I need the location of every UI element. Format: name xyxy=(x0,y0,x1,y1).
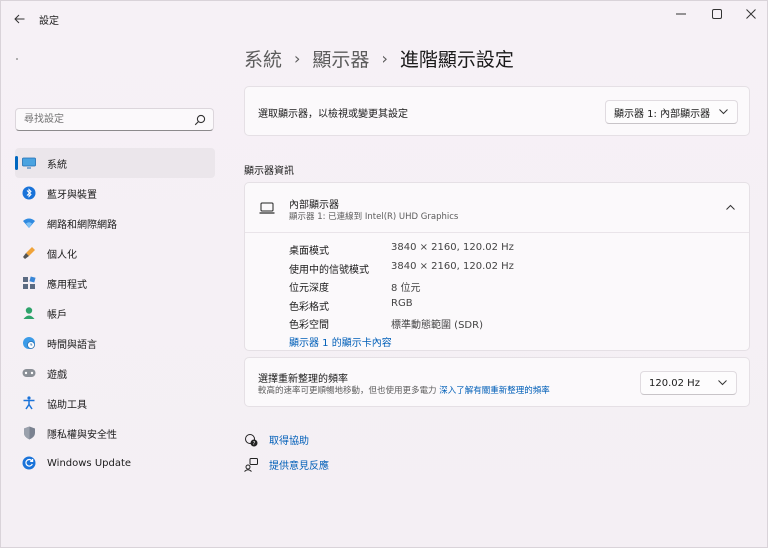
settings-window: 設定 系統 藍牙與裝置 xyxy=(0,0,768,548)
person-icon xyxy=(22,306,36,320)
sidebar-nav: 系統 藍牙與裝置 網路和網際網路 個人化 應用程式 帳戶 時間與語言 遊戲 協助… xyxy=(15,148,215,478)
breadcrumb-separator: › xyxy=(381,48,388,68)
refresh-rate-learn-more-link[interactable]: 深入了解有關重新整理的頻率 xyxy=(439,386,550,396)
sidebar-item-label: 網路和網際網路 xyxy=(47,219,117,231)
minimize-button[interactable] xyxy=(661,3,701,25)
search-input[interactable] xyxy=(16,109,186,130)
sidebar-item-label: 協助工具 xyxy=(47,399,87,411)
sidebar-item-label: 時間與語言 xyxy=(47,339,97,351)
gamepad-icon xyxy=(22,366,36,380)
info-value: 8 位元 xyxy=(391,283,421,294)
search-box xyxy=(15,108,214,131)
info-key: 使用中的信號模式 xyxy=(289,265,369,276)
globe-clock-icon xyxy=(22,336,36,350)
display-select-dropdown[interactable]: 顯示器 1: 內部顯示器 xyxy=(605,100,738,124)
info-value: 標準動態範圍 (SDR) xyxy=(391,320,483,331)
sidebar-item-label: 帳戶 xyxy=(47,309,67,321)
refresh-rate-description: 較高的速率可更順暢地移動，但也使用更多電力 深入了解有關重新整理的頻率 xyxy=(258,384,550,396)
sidebar-item-personalization[interactable]: 個人化 xyxy=(15,238,215,268)
back-button[interactable] xyxy=(9,9,29,29)
select-display-card: 選取顯示器，以檢視或變更其設定 顯示器 1: 內部顯示器 xyxy=(244,86,750,136)
breadcrumb-separator: › xyxy=(294,48,301,68)
search-icon[interactable] xyxy=(194,114,206,126)
info-value: RGB xyxy=(391,298,413,309)
get-help-row[interactable]: ? 取得協助 xyxy=(244,432,309,447)
sidebar-item-accounts[interactable]: 帳戶 xyxy=(15,298,215,328)
select-display-label: 選取顯示器，以檢視或變更其設定 xyxy=(258,109,408,120)
sidebar-item-gaming[interactable]: 遊戲 xyxy=(15,358,215,388)
get-help-link[interactable]: 取得協助 xyxy=(269,432,309,447)
sidebar-item-apps[interactable]: 應用程式 xyxy=(15,268,215,298)
display-icon xyxy=(22,156,36,170)
feedback-row[interactable]: 提供意見反應 xyxy=(244,457,329,472)
sidebar-item-system[interactable]: 系統 xyxy=(15,148,215,178)
brush-icon xyxy=(22,246,36,260)
display-adapter-properties-link[interactable]: 顯示器 1 的顯示卡內容 xyxy=(289,334,392,349)
breadcrumb: 系統 › 顯示器 › 進階顯示設定 xyxy=(244,44,514,72)
display-select-value: 顯示器 1: 內部顯示器 xyxy=(614,108,711,120)
sidebar-item-label: Windows Update xyxy=(47,457,132,469)
maximize-icon xyxy=(712,9,722,19)
refresh-rate-title: 選擇重新整理的頻率 xyxy=(258,374,348,385)
info-key: 色彩空間 xyxy=(289,320,329,331)
feedback-link[interactable]: 提供意見反應 xyxy=(269,457,329,472)
page-title: 進階顯示設定 xyxy=(399,48,514,71)
display-info-header[interactable]: 內部顯示器 顯示器 1: 已連線到 Intel(R) UHD Graphics xyxy=(245,183,749,233)
display-name: 內部顯示器 xyxy=(289,200,339,211)
app-title: 設定 xyxy=(39,16,59,27)
title-bar: 設定 xyxy=(1,1,768,35)
refresh-rate-description-text: 較高的速率可更順暢地移動，但也使用更多電力 xyxy=(258,386,437,396)
help-chat-icon: ? xyxy=(244,433,258,447)
chevron-down-icon xyxy=(719,109,728,115)
sidebar-item-bluetooth[interactable]: 藍牙與裝置 xyxy=(15,178,215,208)
feedback-icon xyxy=(244,457,258,472)
sidebar-item-privacy-security[interactable]: 隱私權與安全性 xyxy=(15,418,215,448)
wifi-icon xyxy=(22,216,36,230)
refresh-rate-value: 120.02 Hz xyxy=(649,377,700,389)
sidebar-item-label: 個人化 xyxy=(47,249,77,261)
info-value: 3840 × 2160, 120.02 Hz xyxy=(391,261,514,272)
account-avatar-placeholder xyxy=(16,58,18,60)
shield-icon xyxy=(22,426,36,440)
sidebar-item-label: 系統 xyxy=(47,159,67,171)
display-subtitle: 顯示器 1: 已連線到 Intel(R) UHD Graphics xyxy=(289,212,459,222)
active-indicator xyxy=(15,156,18,170)
refresh-rate-card: 選擇重新整理的頻率 較高的速率可更順暢地移動，但也使用更多電力 深入了解有關重新… xyxy=(244,357,750,407)
chevron-up-icon[interactable] xyxy=(726,204,735,210)
refresh-rate-dropdown[interactable]: 120.02 Hz xyxy=(640,371,737,395)
sidebar-item-label: 隱私權與安全性 xyxy=(47,429,117,441)
laptop-icon xyxy=(259,202,275,214)
info-key: 色彩格式 xyxy=(289,302,329,313)
apps-icon xyxy=(22,276,36,290)
breadcrumb-system[interactable]: 系統 xyxy=(244,45,282,72)
breadcrumb-display[interactable]: 顯示器 xyxy=(312,45,369,72)
svg-text:?: ? xyxy=(253,441,256,447)
sidebar-item-windows-update[interactable]: Windows Update xyxy=(15,448,215,478)
display-info-section-title: 顯示器資訊 xyxy=(244,166,294,177)
info-key: 位元深度 xyxy=(289,283,329,294)
close-button[interactable] xyxy=(731,3,768,25)
sidebar-item-time-language[interactable]: 時間與語言 xyxy=(15,328,215,358)
sidebar-item-network[interactable]: 網路和網際網路 xyxy=(15,208,215,238)
accessibility-icon xyxy=(22,396,36,410)
sidebar-item-label: 藍牙與裝置 xyxy=(47,189,97,201)
bluetooth-icon xyxy=(22,186,36,200)
sidebar-item-accessibility[interactable]: 協助工具 xyxy=(15,388,215,418)
close-icon xyxy=(746,9,756,19)
update-icon xyxy=(22,456,36,470)
info-value: 3840 × 2160, 120.02 Hz xyxy=(391,242,514,253)
sidebar-item-label: 遊戲 xyxy=(47,369,67,381)
info-key: 桌面模式 xyxy=(289,246,329,257)
sidebar-item-label: 應用程式 xyxy=(47,279,87,291)
minimize-icon xyxy=(676,13,686,15)
chevron-down-icon xyxy=(718,380,727,386)
display-info-card: 內部顯示器 顯示器 1: 已連線到 Intel(R) UHD Graphics … xyxy=(244,182,750,351)
arrow-left-icon xyxy=(13,14,24,24)
